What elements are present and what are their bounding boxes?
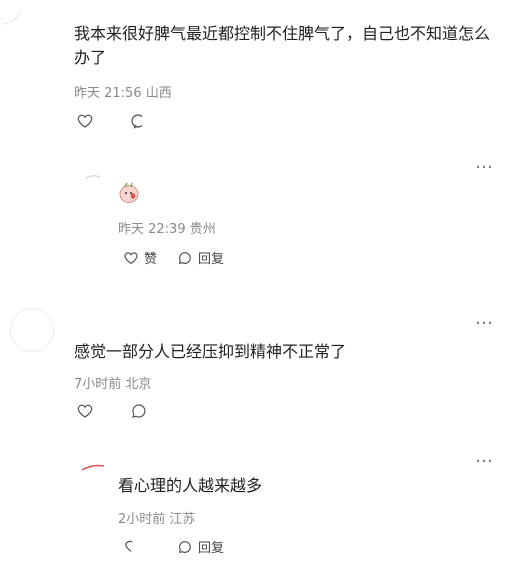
reply-button[interactable]: 回复: [176, 537, 224, 556]
comment-text: 感觉一部分人已经压抑到精神不正常了: [74, 342, 347, 361]
heart-icon: [122, 537, 140, 555]
comment-meta: 昨天 21:56 山西: [74, 86, 172, 101]
comment-text: 我本来很好脾气最近都控制不住脾气了，自己也不知道怎么办了: [74, 24, 491, 67]
more-button[interactable]: …: [475, 308, 494, 329]
like-button[interactable]: 赞: [122, 248, 157, 267]
avatar[interactable]: [84, 168, 104, 180]
like-button[interactable]: [122, 537, 140, 555]
like-button[interactable]: [76, 112, 94, 130]
heart-icon: [122, 249, 140, 267]
reply-button[interactable]: 回复: [176, 248, 224, 267]
reply-button[interactable]: [130, 112, 148, 130]
avatar[interactable]: [80, 462, 106, 472]
reply-label: 回复: [198, 541, 225, 556]
comment-meta: 2小时前 江苏: [118, 512, 196, 527]
comment-bubble-icon: [176, 538, 194, 556]
comment-bubble-icon: [176, 249, 194, 267]
heart-icon: [76, 402, 94, 420]
avatar[interactable]: [0, 0, 26, 26]
comment-bubble-icon: [130, 402, 148, 420]
reply-button[interactable]: [130, 402, 148, 420]
comment-bubble-icon: [130, 112, 148, 130]
more-button[interactable]: …: [475, 152, 494, 173]
heart-icon: [76, 112, 94, 130]
like-button[interactable]: [76, 402, 94, 420]
comment-meta: 7小时前 北京: [74, 377, 152, 392]
comment-meta: 昨天 22:39 贵州: [118, 222, 216, 237]
comment-text: 看心理的人越来越多: [118, 476, 263, 495]
more-button[interactable]: …: [475, 446, 494, 467]
reply-label: 回复: [198, 252, 225, 267]
avatar[interactable]: [10, 308, 54, 352]
like-label: 赞: [144, 252, 158, 267]
sticker-image: [118, 182, 140, 204]
